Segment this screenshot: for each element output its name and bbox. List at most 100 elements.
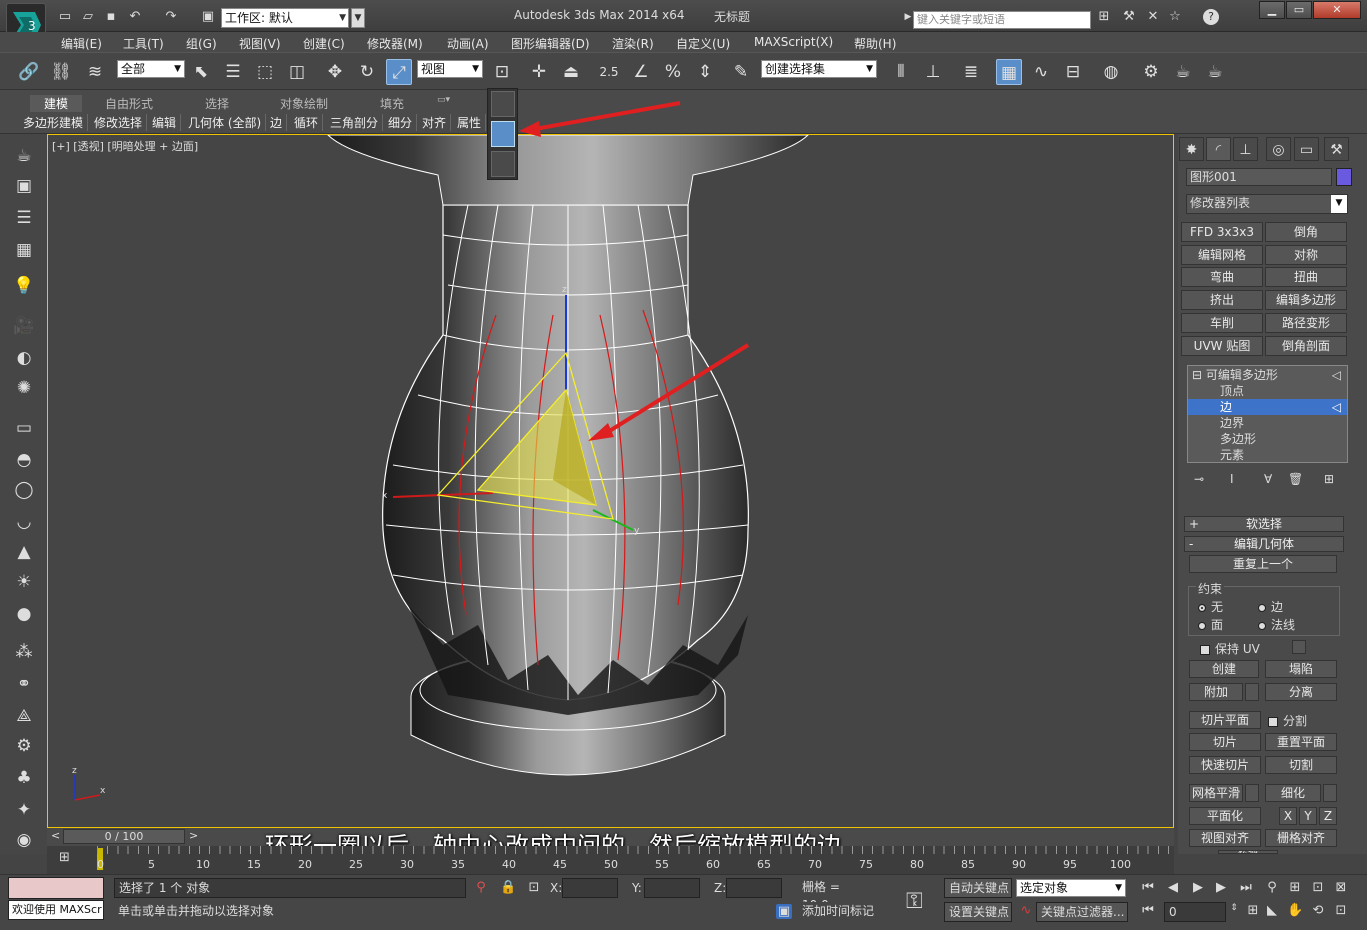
planar-x-button[interactable]: X [1279,807,1297,825]
camera-icon[interactable]: 🎥 [12,314,36,338]
pan-icon[interactable]: ✋ [1287,903,1303,918]
menu-views[interactable]: 视图(V) [239,35,281,52]
help-icon[interactable]: ? [1203,9,1219,25]
cone-icon[interactable]: ▲ [12,540,36,564]
ribbon-polygon-modeling[interactable]: 多边形建模 [19,114,89,131]
go-to-end-icon[interactable]: ⏭ [1238,880,1254,895]
transform-coord-center-button[interactable] [491,151,515,177]
light-bulb-icon[interactable]: 💡 [12,274,36,298]
spinner-snap-icon[interactable]: ⇕ [692,59,718,85]
select-manipulate-icon[interactable]: ✛ [526,59,552,85]
link-icon[interactable]: 🔗 [16,59,42,85]
tab-selection[interactable]: 选择 [205,95,229,112]
undo-icon[interactable]: ↶ [126,8,144,26]
pivot-center-icon[interactable]: ⊡ [489,59,515,85]
grass-icon[interactable]: ♣ [12,766,36,790]
select-object-icon[interactable]: ⬉ [188,59,214,85]
keyboard-shortcut-icon[interactable]: ⏏ [558,59,584,85]
previous-frame-icon[interactable]: ◀ [1165,880,1181,895]
material-editor-icon[interactable]: ◍ [1098,59,1124,85]
pivot-point-center-button[interactable] [491,91,515,117]
view-align-button[interactable]: 视图对齐 [1189,829,1261,847]
plane-icon[interactable]: ▭ [12,416,36,440]
percent-snap-icon[interactable]: % [660,59,686,85]
molecule-icon[interactable]: ⚭ [12,672,36,696]
circle-icon[interactable]: ◯ [12,478,36,502]
align-icon[interactable]: ⊥ [920,59,946,85]
zoom-icon[interactable]: ⚲ [1264,880,1280,895]
particles-icon[interactable]: ⁂ [12,640,36,664]
named-selection-dropdown[interactable]: 创建选择集 ▼ [761,60,877,78]
edit-named-sel-icon[interactable]: ✎ [728,59,754,85]
modifier-bevel-profile-button[interactable]: 倒角剖面 [1265,336,1347,356]
selection-lock-icon[interactable]: 🔒 [500,880,516,895]
stack-item-border[interactable]: 边界 [1188,415,1347,431]
bowl-icon[interactable]: ◡ [12,510,36,534]
pyramid-icon[interactable]: ⟁ [12,704,36,728]
ribbon-modify-selection[interactable]: 修改选择 [90,114,148,131]
time-config-icon[interactable]: ⊞ [1245,903,1261,918]
menu-rendering[interactable]: 渲染(R) [612,35,654,52]
workspace-menu-button[interactable]: ▼ [351,8,365,28]
subscription-icon[interactable]: ⚒ [1120,8,1138,26]
key-mode-toggle-icon[interactable]: ⏮ [1140,903,1156,918]
maxscript-listener-pink[interactable] [8,877,104,899]
material-icon[interactable]: ✺ [12,376,36,400]
constraint-face-radio[interactable]: 面 [1198,616,1223,633]
menu-animation[interactable]: 动画(A) [447,35,489,52]
attach-button[interactable]: 附加 [1189,683,1243,701]
modifier-path-deform-button[interactable]: 路径变形 [1265,313,1347,333]
menu-customize[interactable]: 自定义(U) [676,35,730,52]
constraint-normal-radio[interactable]: 法线 [1258,616,1295,633]
time-prev-icon[interactable]: < [51,829,60,842]
menu-help[interactable]: 帮助(H) [854,35,896,52]
configure-modifier-icon[interactable]: ⊞ [1324,472,1334,486]
set-key-button[interactable]: 设置关键点 [944,902,1012,922]
auto-key-button[interactable]: 自动关键点 [944,878,1012,898]
menu-modifiers[interactable]: 修改器(M) [367,35,423,52]
render-production-icon[interactable]: ☕ [1202,59,1228,85]
window-crossing-icon[interactable]: ◫ [284,59,310,85]
rotate-icon[interactable]: ↻ [354,59,380,85]
tab-modify[interactable]: ◜ [1206,137,1231,161]
stack-item-vertex[interactable]: 顶点 [1188,383,1347,399]
make-planar-button[interactable]: 平面化 [1189,807,1261,825]
track-bar[interactable]: ⊞ 0 5 10 15 20 25 30 35 40 45 50 55 60 6… [47,846,1174,874]
y-coord-field[interactable] [644,878,700,898]
preserve-uv-settings-button[interactable] [1292,640,1306,654]
pin-stack-icon[interactable]: ⊸ [1194,472,1204,486]
play-icon[interactable]: ▶ [1190,880,1206,895]
ribbon-options-icon[interactable]: ▭▾ [437,95,450,105]
mirror-icon[interactable]: ⫴ [888,59,914,85]
quickslice-button[interactable]: 快速切片 [1189,756,1261,774]
time-slider-thumb[interactable]: 0 / 100 [63,829,185,844]
isolate-selection-icon[interactable]: ⚲ [473,880,489,895]
go-to-start-icon[interactable]: ⏮ [1140,880,1156,895]
tessellate-settings-button[interactable] [1323,784,1337,802]
modifier-ffd-button[interactable]: FFD 3x3x3 [1181,222,1263,242]
move-icon[interactable]: ✥ [322,59,348,85]
frame-spinner-icon[interactable]: ⇕ [1226,903,1242,913]
snaps-toggle-icon[interactable]: 2.5 [596,59,622,85]
modifier-list-dropdown[interactable]: 修改器列表 ▼ [1186,194,1348,214]
create-button[interactable]: 创建 [1189,660,1259,678]
stack-item-element[interactable]: 元素 [1188,447,1347,463]
minimize-button[interactable]: ▁ [1259,1,1285,19]
collapse-button[interactable]: 塌陷 [1265,660,1337,678]
modifier-extrude-button[interactable]: 挤出 [1181,290,1263,310]
modifier-symmetry-button[interactable]: 对称 [1265,245,1347,265]
render-setup-icon[interactable]: ⚙ [1138,59,1164,85]
reset-plane-button[interactable]: 重置平面 [1265,733,1337,751]
sphere-textured-icon[interactable]: ◉ [12,828,36,852]
repeat-last-button[interactable]: 重复上一个 [1189,555,1337,573]
curve-editor-icon[interactable]: ∿ [1028,59,1054,85]
modifier-bevel-button[interactable]: 倒角 [1265,222,1347,242]
ribbon-loops[interactable]: 循环 [290,114,324,131]
disc-icon[interactable]: ● [12,602,36,626]
menu-maxscript[interactable]: MAXScript(X) [754,35,833,49]
menu-tools[interactable]: 工具(T) [123,35,164,52]
current-frame-field[interactable]: 0 [1164,902,1226,922]
tab-modeling[interactable]: 建模 [30,95,83,112]
maximize-button[interactable]: ▭ [1286,1,1312,19]
angle-snap-icon[interactable]: ∠ [628,59,654,85]
